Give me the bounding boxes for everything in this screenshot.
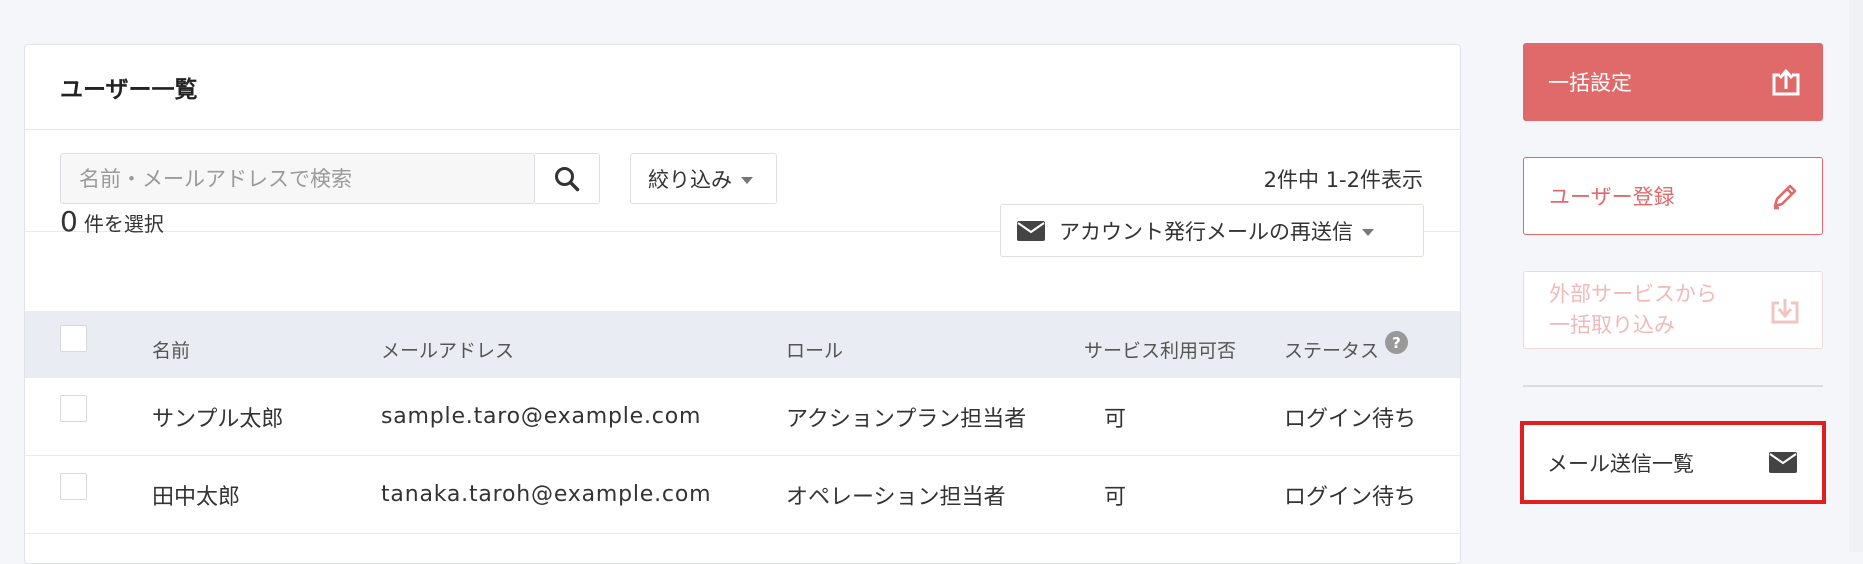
table-row[interactable]: 田中太郎 tanaka.taroh@example.com オペレーション担当者… (25, 456, 1460, 534)
header-email: メールアドレス (381, 340, 515, 362)
download-icon (1771, 299, 1799, 324)
chevron-down-icon (741, 176, 753, 184)
user-list-panel: ユーザー一覧 絞り込み 2件中 1-2件表示 0件を選択 アカウント発行メールの… (24, 44, 1461, 564)
help-icon[interactable]: ? (1385, 331, 1409, 354)
user-register-button[interactable]: ユーザー登録 (1523, 157, 1823, 235)
search-input[interactable] (61, 154, 531, 203)
filter-label: 絞り込み (648, 167, 732, 192)
selected-count: 0 件を選択 (60, 205, 164, 238)
header-name: 名前 (152, 340, 191, 362)
mail-send-list-label: メール送信一覧 (1547, 451, 1694, 476)
cell-service: 可 (1104, 484, 1127, 510)
mail-send-list-button[interactable]: メール送信一覧 (1520, 421, 1826, 504)
external-import-button: 外部サービスから 一括取り込み (1523, 271, 1823, 349)
external-import-line1: 外部サービスから (1549, 282, 1717, 306)
search-box (60, 153, 535, 204)
external-import-label: 外部サービスから 一括取り込み (1549, 279, 1717, 341)
cell-email: tanaka.taroh@example.com (381, 482, 712, 507)
chevron-down-icon (1362, 228, 1374, 236)
row-select-cell (60, 456, 87, 533)
header-role: ロール (786, 340, 844, 362)
cell-name: サンプル太郎 (152, 406, 284, 432)
select-all-cell (60, 311, 87, 378)
upload-icon (1772, 68, 1800, 96)
bulk-setting-label: 一括設定 (1548, 71, 1632, 95)
pencil-icon (1773, 184, 1797, 210)
row-select-cell (60, 378, 87, 455)
cell-name: 田中太郎 (152, 484, 241, 510)
table-header: 名前 メールアドレス ロール サービス利用可否 ステータス ? (25, 311, 1460, 378)
cell-role: アクションプラン担当者 (786, 406, 1027, 432)
result-count: 2件中 1-2件表示 (1263, 168, 1423, 192)
row-checkbox[interactable] (60, 395, 87, 422)
search-button[interactable] (535, 153, 600, 204)
cell-service: 可 (1104, 406, 1127, 432)
row-checkbox[interactable] (60, 473, 87, 500)
page-title: ユーザー一覧 (25, 45, 1460, 130)
user-register-label: ユーザー登録 (1549, 185, 1675, 209)
bulk-setting-button[interactable]: 一括設定 (1523, 43, 1823, 121)
envelope-icon (1017, 220, 1045, 241)
envelope-icon (1769, 452, 1797, 473)
filter-dropdown[interactable]: 絞り込み (630, 153, 777, 204)
select-all-checkbox[interactable] (60, 325, 87, 352)
selected-count-label: 件を選択 (83, 212, 164, 236)
scrollbar[interactable] (1849, 0, 1863, 552)
cell-role: オペレーション担当者 (786, 484, 1006, 510)
selected-count-number: 0 (60, 205, 78, 238)
external-import-line2: 一括取り込み (1549, 313, 1675, 337)
cell-status: ログイン待ち (1284, 484, 1417, 510)
cell-status: ログイン待ち (1284, 406, 1417, 432)
header-status: ステータス ? (1284, 311, 1409, 378)
resend-account-mail-button[interactable]: アカウント発行メールの再送信 (1000, 204, 1424, 257)
divider (1523, 385, 1823, 387)
cell-email: sample.taro@example.com (381, 404, 702, 429)
user-table: 名前 メールアドレス ロール サービス利用可否 ステータス ? サンプル太郎 s… (25, 311, 1460, 534)
resend-label: アカウント発行メールの再送信 (1059, 219, 1353, 244)
table-row[interactable]: サンプル太郎 sample.taro@example.com アクションプラン担… (25, 378, 1460, 456)
header-service: サービス利用可否 (1084, 340, 1237, 362)
search-icon (555, 166, 580, 191)
header-status-label: ステータス (1284, 340, 1380, 362)
